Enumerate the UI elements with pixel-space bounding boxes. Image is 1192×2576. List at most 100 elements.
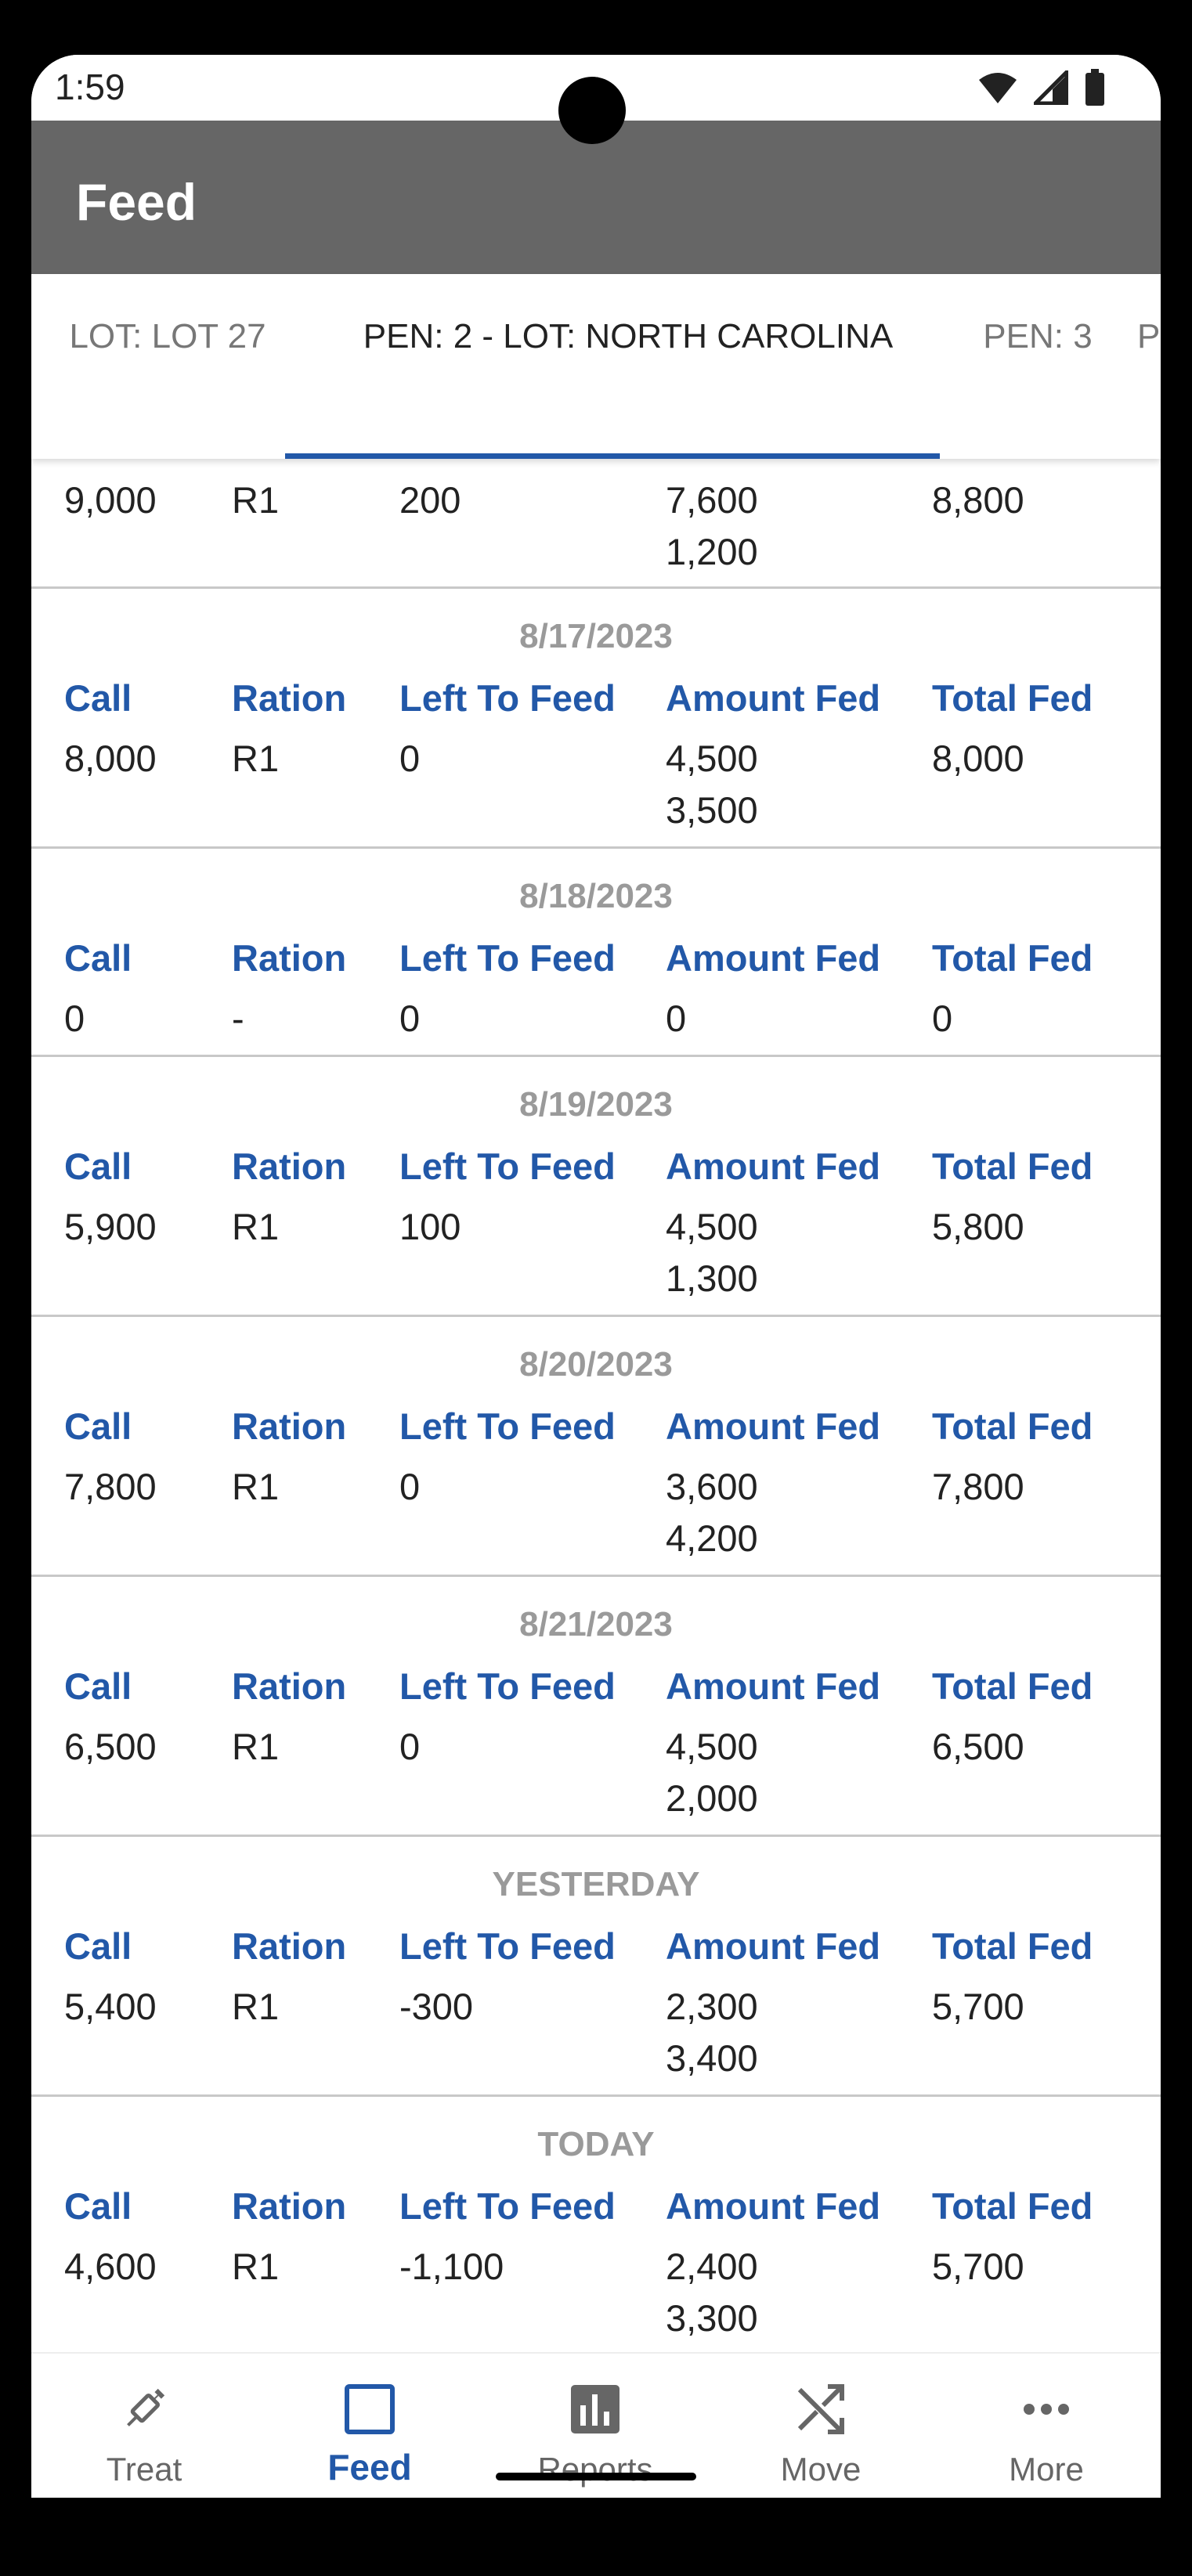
- left-to-feed-header: Left To Feed: [399, 1145, 616, 1187]
- total-fed-value: 7,800: [932, 1466, 1024, 1507]
- total-fed-value: 6,500: [932, 1726, 1024, 1767]
- call-header: Call: [64, 1405, 132, 1447]
- ration-header: Ration: [232, 937, 347, 979]
- nav-more-label: More: [1009, 2451, 1084, 2488]
- left-to-feed-value: 0: [399, 738, 421, 779]
- list-item[interactable]: TODAY Call Ration Left To Feed Amount Fe…: [31, 2097, 1161, 2352]
- total-fed-value: 0: [932, 998, 953, 1039]
- total-fed-value: 5,800: [932, 1206, 1024, 1247]
- total-fed-header: Total Fed: [932, 677, 1093, 719]
- left-to-feed-value: 0: [399, 1726, 421, 1767]
- ration-value: R1: [232, 1466, 280, 1507]
- left-to-feed-header: Left To Feed: [399, 1925, 616, 1967]
- amount-fed-value: 4,500 3,500: [666, 738, 758, 831]
- tab-pen-3[interactable]: PEN: 3: [948, 274, 1128, 459]
- nav-move[interactable]: Move: [708, 2354, 934, 2498]
- tab-pen-2[interactable]: PEN: 2 - LOT: NORTH CAROLINA: [316, 274, 940, 459]
- total-fed-header: Total Fed: [932, 1145, 1093, 1187]
- feed-list: 9,000 R1 200 7,600 1,200 8,800 8/17/2023 …: [31, 459, 1161, 2352]
- ration-header: Ration: [232, 1405, 347, 1447]
- ration-header: Ration: [232, 1925, 347, 1967]
- left-to-feed-value: 0: [399, 1466, 421, 1507]
- amount-fed-header: Amount Fed: [666, 2185, 881, 2227]
- nav-feed-label: Feed: [327, 2447, 412, 2488]
- call-header: Call: [64, 937, 132, 979]
- ration-value: R1: [232, 1986, 280, 2027]
- total-fed-value: 5,700: [932, 2246, 1024, 2287]
- amount-fed-value: 4,500 1,300: [666, 1206, 758, 1299]
- nav-treat[interactable]: Treat: [31, 2354, 257, 2498]
- amount-fed-header: Amount Fed: [666, 677, 881, 719]
- total-fed-value: 8,000: [932, 738, 1024, 779]
- left-to-feed-header: Left To Feed: [399, 677, 616, 719]
- call-value: 6,500: [64, 1726, 157, 1767]
- call-value: 7,800: [64, 1466, 157, 1507]
- amount-fed-value: 7,600 1,200: [666, 479, 758, 572]
- total-fed-header: Total Fed: [932, 1665, 1093, 1707]
- total-fed-header: Total Fed: [932, 937, 1093, 979]
- amount-fed-value: 2,400 3,300: [666, 2246, 758, 2339]
- ration-value: R1: [232, 479, 280, 521]
- call-value: 4,600: [64, 2246, 157, 2287]
- list-item[interactable]: YESTERDAY Call Ration Left To Feed Amoun…: [31, 1837, 1161, 2097]
- call-value: 5,400: [64, 1986, 157, 2027]
- ration-value: -: [232, 998, 244, 1039]
- ration-value: R1: [232, 1206, 280, 1247]
- entry-date: 8/21/2023: [519, 1605, 673, 1643]
- left-to-feed-header: Left To Feed: [399, 2185, 616, 2227]
- feed-square-icon: [345, 2384, 395, 2434]
- left-to-feed-value: 0: [399, 998, 421, 1039]
- amount-fed-header: Amount Fed: [666, 1405, 881, 1447]
- page-title: Feed: [76, 173, 197, 231]
- wifi-icon: [979, 73, 1017, 103]
- call-header: Call: [64, 677, 132, 719]
- amount-fed-header: Amount Fed: [666, 1665, 881, 1707]
- list-item[interactable]: 8/17/2023 Call Ration Left To Feed Amoun…: [31, 589, 1161, 849]
- more-horizontal-icon: [1024, 2404, 1069, 2415]
- nav-more[interactable]: More: [934, 2354, 1159, 2498]
- left-to-feed-header: Left To Feed: [399, 1665, 616, 1707]
- call-header: Call: [64, 2185, 132, 2227]
- ration-header: Ration: [232, 1665, 347, 1707]
- entry-date: 8/20/2023: [519, 1345, 673, 1384]
- nav-feed[interactable]: Feed: [257, 2354, 482, 2498]
- total-fed-header: Total Fed: [932, 2185, 1093, 2227]
- call-value: 0: [64, 998, 85, 1039]
- amount-fed-header: Amount Fed: [666, 1145, 881, 1187]
- left-to-feed-value: 200: [399, 479, 461, 521]
- nav-reports-label: Reports: [537, 2451, 653, 2488]
- list-item[interactable]: 8/18/2023 Call Ration Left To Feed Amoun…: [31, 849, 1161, 1057]
- amount-fed-header: Amount Fed: [666, 1925, 881, 1967]
- list-item[interactable]: 9,000 R1 200 7,600 1,200 8,800: [31, 459, 1161, 589]
- ration-header: Ration: [232, 1145, 347, 1187]
- home-indicator[interactable]: [496, 2473, 696, 2480]
- front-camera: [558, 77, 626, 144]
- total-fed-header: Total Fed: [932, 1925, 1093, 1967]
- list-item[interactable]: 8/20/2023 Call Ration Left To Feed Amoun…: [31, 1317, 1161, 1577]
- call-header: Call: [64, 1925, 132, 1967]
- battery-icon: [1085, 69, 1104, 106]
- left-to-feed-value: 100: [399, 1206, 461, 1247]
- screen: 1:59 Feed LOT: LOT 27 PEN: 2 - LOT: NORT…: [31, 55, 1161, 2498]
- tab-lot-27[interactable]: LOT: LOT 27: [42, 274, 293, 459]
- nav-treat-label: Treat: [106, 2451, 182, 2488]
- list-item[interactable]: 8/21/2023 Call Ration Left To Feed Amoun…: [31, 1577, 1161, 1837]
- amount-fed-header: Amount Fed: [666, 937, 881, 979]
- amount-fed-value: 2,300 3,400: [666, 1986, 758, 2079]
- entry-date: 8/18/2023: [519, 877, 673, 915]
- entry-date: YESTERDAY: [492, 1865, 700, 1903]
- call-header: Call: [64, 1665, 132, 1707]
- device-frame: 1:59 Feed LOT: LOT 27 PEN: 2 - LOT: NORT…: [0, 0, 1192, 2576]
- ration-value: R1: [232, 2246, 280, 2287]
- tab-bar: LOT: LOT 27 PEN: 2 - LOT: NORTH CAROLINA…: [31, 274, 1161, 459]
- tab-next[interactable]: P: [1137, 274, 1161, 459]
- total-fed-value: 8,800: [932, 479, 1024, 521]
- total-fed-value: 5,700: [932, 1986, 1024, 2027]
- status-time: 1:59: [55, 67, 125, 107]
- list-item[interactable]: 8/19/2023 Call Ration Left To Feed Amoun…: [31, 1057, 1161, 1317]
- left-to-feed-header: Left To Feed: [399, 1405, 616, 1447]
- left-to-feed-header: Left To Feed: [399, 937, 616, 979]
- call-header: Call: [64, 1145, 132, 1187]
- total-fed-header: Total Fed: [932, 1405, 1093, 1447]
- amount-fed-value: 0: [666, 998, 687, 1039]
